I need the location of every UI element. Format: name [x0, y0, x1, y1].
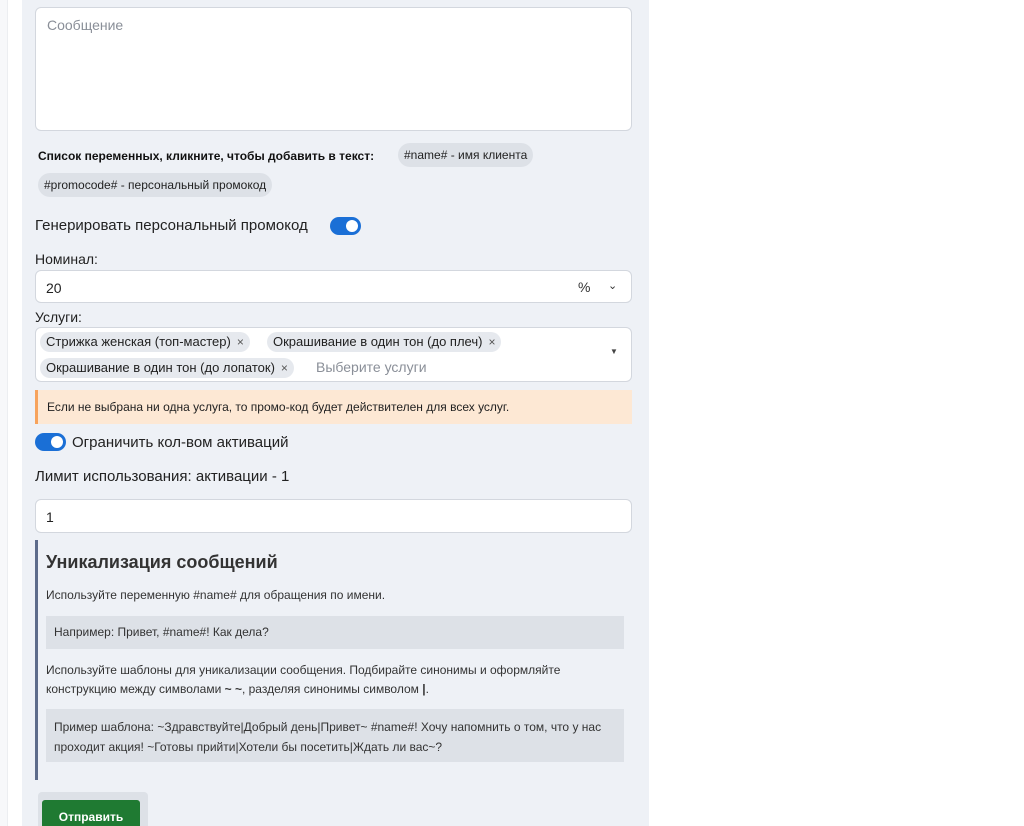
uniqueness-text-2: Используйте шаблоны для уникализации соо… — [46, 661, 606, 699]
services-warning: Если не выбрана ни одна услуга, то промо… — [35, 390, 632, 424]
text2-part-b: , разделяя синонимы символом — [241, 682, 423, 696]
service-tag: Окрашивание в один тон (до плеч) × — [267, 332, 502, 352]
chevron-down-icon[interactable]: ⌄ — [608, 279, 617, 292]
usage-limit-label: Лимит использования: активации - 1 — [35, 468, 290, 485]
text2-part-c: . — [425, 682, 429, 696]
service-tag-label: Окрашивание в один тон (до плеч) — [273, 334, 483, 349]
example-1: Например: Привет, #name#! Как дела? — [46, 616, 624, 649]
service-tag: Окрашивание в один тон (до лопаток) × — [40, 358, 294, 378]
promo-form: Сообщение Список переменных, кликните, ч… — [22, 0, 649, 826]
generate-promo-toggle[interactable] — [330, 217, 361, 235]
message-placeholder: Сообщение — [47, 17, 124, 33]
variable-chip-promocode[interactable]: #promocode# - персональный промокод — [38, 173, 273, 197]
unit-select-value[interactable]: % — [578, 279, 590, 295]
remove-tag-icon[interactable]: × — [488, 335, 495, 349]
example-template: Пример шаблона: ~Здравствуйте|Добрый ден… — [46, 709, 624, 762]
dropdown-arrow-icon[interactable]: ▼ — [610, 347, 618, 356]
generate-promo-label: Генерировать персональный промокод — [35, 217, 308, 234]
variables-label: Список переменных, кликните, чтобы добав… — [38, 149, 375, 163]
limit-activations-toggle[interactable] — [35, 433, 66, 451]
text2-symbol-tilde: ~ ~ — [224, 682, 242, 696]
uniqueness-text-1: Используйте переменную #name# для обраще… — [46, 588, 386, 602]
services-placeholder[interactable]: Выберите услуги — [316, 359, 427, 375]
service-tag-label: Стрижка женская (топ-мастер) — [46, 334, 231, 349]
submit-button[interactable]: Отправить — [42, 800, 140, 826]
nominal-input[interactable]: 20 — [35, 270, 632, 303]
service-tag: Стрижка женская (топ-мастер) × — [40, 332, 250, 352]
message-textarea[interactable]: Сообщение — [35, 7, 632, 131]
uniqueness-title: Уникализация сообщений — [46, 552, 278, 572]
remove-tag-icon[interactable]: × — [281, 361, 288, 375]
nominal-label: Номинал: — [35, 251, 98, 267]
variable-chip-name[interactable]: #name# - имя клиента — [398, 143, 534, 167]
service-tag-label: Окрашивание в один тон (до лопаток) — [46, 360, 275, 375]
left-sidebar-edge — [0, 0, 8, 826]
nominal-value: 20 — [46, 280, 62, 296]
usage-limit-value: 1 — [46, 509, 54, 525]
limit-activations-label: Ограничить кол-вом активаций — [72, 434, 289, 451]
usage-limit-input[interactable]: 1 — [35, 499, 632, 533]
remove-tag-icon[interactable]: × — [237, 335, 244, 349]
services-label: Услуги: — [35, 309, 82, 325]
